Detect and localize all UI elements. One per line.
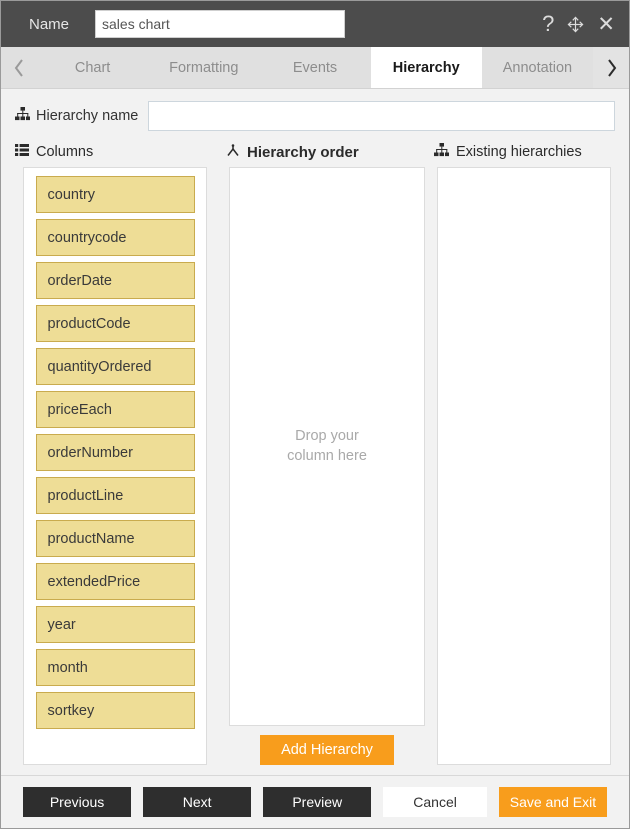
column-chip[interactable]: month <box>35 649 195 686</box>
chart-name-input[interactable] <box>95 10 346 38</box>
column-chip[interactable]: countrycode <box>35 219 195 256</box>
list-icon <box>15 144 29 160</box>
tab-scroll-left-button[interactable] <box>1 47 37 88</box>
hierarchy-order-section-title: Hierarchy order <box>247 143 359 161</box>
tab-chart-label: Chart <box>74 59 111 76</box>
add-hierarchy-button[interactable]: Add Hierarchy <box>260 735 394 765</box>
save-and-exit-button[interactable]: Save and Exit <box>498 787 607 817</box>
column-chip-label: orderDate <box>47 272 112 289</box>
hierarchy-name-label: Hierarchy name <box>15 107 138 125</box>
column-chip[interactable]: orderDate <box>35 262 195 299</box>
column-chip-label: year <box>47 616 76 633</box>
column-chip-label: countrycode <box>47 229 127 246</box>
column-chip-label: quantityOrdered <box>47 358 152 375</box>
hierarchy-tab-panel: Hierarchy name Columns Hierarchy order E… <box>1 89 629 828</box>
hierarchy-name-label-text: Hierarchy name <box>36 108 139 124</box>
hierarchy-order-dropzone[interactable]: Drop your column here <box>229 167 425 726</box>
column-chip[interactable]: productLine <box>35 477 195 514</box>
tab-events[interactable]: Events <box>259 47 371 88</box>
dialog-footer: Previous Next Preview Cancel Save and Ex… <box>1 775 629 828</box>
close-icon[interactable]: ✕ <box>597 14 615 35</box>
columns-panel[interactable]: country countrycode orderDate productCode qu… <box>23 167 207 765</box>
previous-button[interactable]: Previous <box>23 787 132 817</box>
column-chip-label: productName <box>47 530 135 547</box>
column-chip[interactable]: priceEach <box>35 391 195 428</box>
columns-section-title: Columns <box>36 144 94 160</box>
column-chip[interactable]: year <box>35 606 195 643</box>
tab-scroll-right-button[interactable] <box>593 47 629 88</box>
name-label: Name <box>29 15 70 33</box>
hierarchy-order-column: Drop your column here Add Hierarchy <box>229 167 425 765</box>
hierarchy-name-input[interactable] <box>148 101 615 131</box>
tab-annotation[interactable]: Annotation <box>481 47 594 88</box>
column-chip-label: month <box>47 659 88 676</box>
tabbar: Chart Formatting Events Hierarchy Annota… <box>1 47 629 89</box>
tab-list: Chart Formatting Events Hierarchy Annota… <box>37 47 594 88</box>
titlebar-icon-group: ? ✕ <box>542 13 619 35</box>
column-chip[interactable]: sortkey <box>35 692 195 729</box>
tab-formatting[interactable]: Formatting <box>148 47 260 88</box>
column-chip[interactable]: orderNumber <box>35 434 195 471</box>
column-chip-label: sortkey <box>47 702 95 719</box>
sitemap-icon <box>15 107 30 125</box>
hierarchy-name-row: Hierarchy name <box>1 89 629 139</box>
dropzone-placeholder: Drop your column here <box>287 427 367 464</box>
column-chip-label: productCode <box>47 315 131 332</box>
cancel-button[interactable]: Cancel <box>383 787 487 817</box>
tree-fork-icon <box>226 143 240 161</box>
column-chip-label: priceEach <box>47 401 112 418</box>
tab-events-label: Events <box>292 59 338 76</box>
column-chip-label: extendedPrice <box>47 573 141 590</box>
next-button[interactable]: Next <box>143 787 252 817</box>
hierarchy-order-section-header: Hierarchy order <box>226 143 426 161</box>
tab-formatting-label: Formatting <box>169 59 239 76</box>
tab-annotation-label: Annotation <box>502 59 573 76</box>
column-chip-label: orderNumber <box>47 444 133 461</box>
existing-hierarchies-section-title: Existing hierarchies <box>456 144 582 160</box>
column-chip[interactable]: extendedPrice <box>35 563 195 600</box>
section-headers: Columns Hierarchy order Existing hierarc… <box>1 139 629 167</box>
existing-hierarchies-section-header: Existing hierarchies <box>434 143 615 161</box>
chart-properties-dialog: Name ? ✕ Cha <box>0 0 630 829</box>
columns-section-header: Columns <box>15 143 221 161</box>
tab-hierarchy[interactable]: Hierarchy <box>370 47 482 88</box>
column-chip[interactable]: quantityOrdered <box>35 348 195 385</box>
column-chip[interactable]: productName <box>35 520 195 557</box>
existing-hierarchies-panel[interactable] <box>437 167 611 765</box>
panels-row: country countrycode orderDate productCode qu… <box>1 167 629 775</box>
tab-chart[interactable]: Chart <box>37 47 149 88</box>
help-icon[interactable]: ? <box>542 13 554 35</box>
tab-hierarchy-label: Hierarchy <box>392 59 460 76</box>
dialog-titlebar: Name ? ✕ <box>1 1 629 47</box>
column-chip-label: country <box>47 186 96 203</box>
column-chip-label: productLine <box>47 487 124 504</box>
sitemap-icon <box>434 143 449 161</box>
column-chip[interactable]: productCode <box>35 305 195 342</box>
column-chip[interactable]: country <box>35 176 195 213</box>
preview-button[interactable]: Preview <box>263 787 372 817</box>
move-icon[interactable] <box>567 16 584 33</box>
